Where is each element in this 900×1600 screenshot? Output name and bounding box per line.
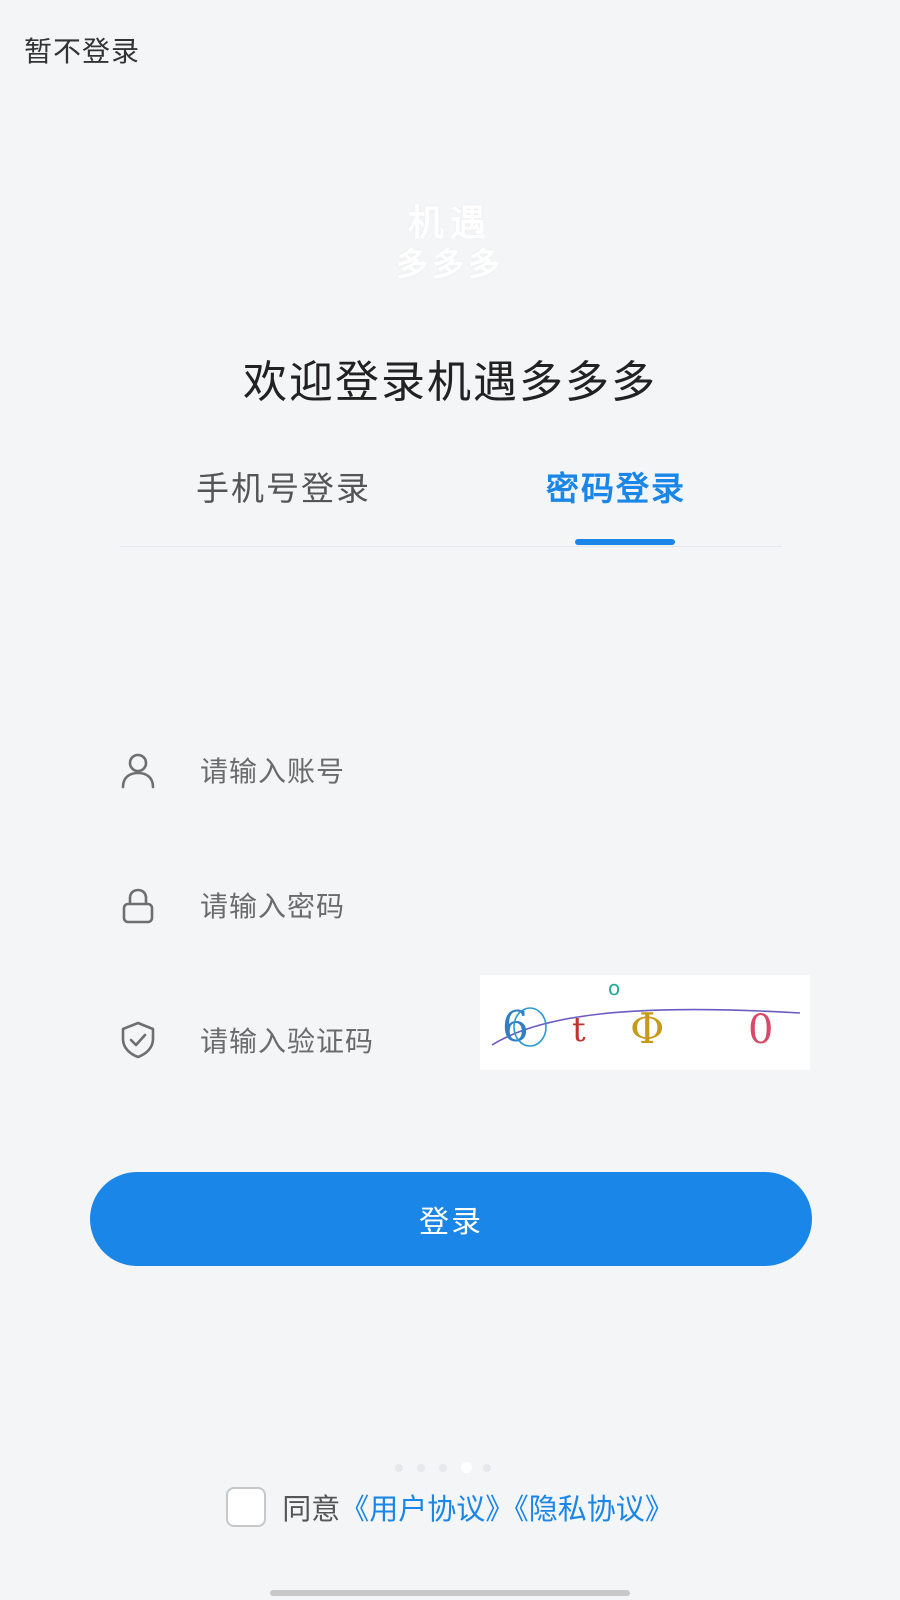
captcha-char-3: Φ [630,1004,664,1053]
user-agreement-link[interactable]: 《用户协议》 [340,1492,514,1526]
active-tab-indicator [575,539,675,545]
agree-text: 同意 [282,1492,341,1526]
account-input[interactable] [198,740,802,802]
carousel-dot [461,1462,472,1473]
captcha-dot: o [608,976,620,1000]
login-button[interactable]: 登录 [90,1172,812,1266]
carousel-dot [417,1464,425,1472]
account-field [110,720,810,820]
agreement-row: 同意《用户协议》《隐私协议》 [0,1486,900,1536]
logo-line-1: 机遇 [407,203,492,244]
carousel-dot [483,1464,491,1472]
welcome-title: 欢迎登录机遇多多多 [243,357,657,408]
password-field [110,855,810,955]
carousel-dot [395,1464,403,1472]
captcha-input[interactable] [198,1010,472,1072]
tab-password-login[interactable]: 密码登录 [546,462,686,510]
password-input[interactable] [198,875,802,937]
logo-line-2: 多多多 [395,245,504,284]
home-indicator [270,1590,630,1596]
lock-icon [122,888,154,924]
carousel-dots [395,1462,525,1474]
agree-checkbox[interactable] [226,1487,267,1527]
skip-login-link[interactable]: 暂不登录 [24,30,140,70]
app-logo: 机遇 多多多 [0,202,900,284]
login-tabs: 手机号登录 密码登录 [120,462,782,547]
carousel-dot [439,1464,447,1472]
shield-check-icon [121,1021,155,1059]
tab-phone-login[interactable]: 手机号登录 [196,462,371,510]
user-icon [121,753,155,789]
captcha-image[interactable]: 6 t o Φ 0 [480,975,810,1070]
privacy-agreement-link[interactable]: 《隐私协议》 [514,1492,674,1526]
captcha-field: 6 t o Φ 0 [110,975,810,1090]
captcha-char-2: t [572,1010,586,1050]
captcha-char-4: 0 [748,1007,773,1053]
